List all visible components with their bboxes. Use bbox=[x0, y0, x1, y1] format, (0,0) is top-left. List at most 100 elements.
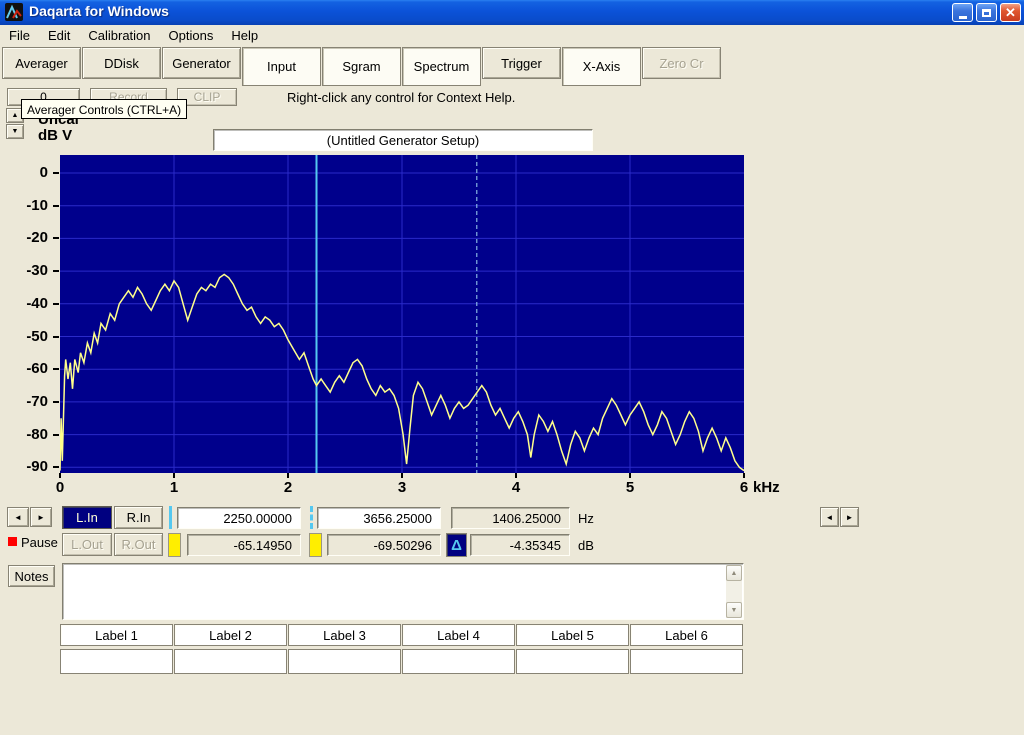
pause-button[interactable]: Pause bbox=[21, 535, 58, 550]
context-help-text: Right-click any control for Context Help… bbox=[287, 90, 516, 105]
solid-cursor-frequency-field[interactable]: 2250.00000 bbox=[177, 507, 301, 529]
y-axis-tick-label: -50 bbox=[26, 327, 48, 345]
x-axis-tick bbox=[401, 473, 403, 478]
dashed-cursor-frequency-field[interactable]: 3656.25000 bbox=[317, 507, 441, 529]
y-axis-tick bbox=[53, 400, 59, 403]
label-button-5[interactable]: Label 5 bbox=[516, 624, 629, 646]
pan-left-button-right[interactable]: ◄ bbox=[820, 507, 839, 527]
title-bar: Daqarta for Windows ✕ bbox=[0, 0, 1024, 25]
x-unit-label: kHz bbox=[753, 479, 780, 496]
y-axis-tick-label: -40 bbox=[26, 294, 48, 312]
dashed-cursor-level-marker bbox=[309, 533, 322, 557]
label-value-field-3[interactable] bbox=[288, 649, 401, 674]
menu-edit[interactable]: Edit bbox=[39, 26, 79, 45]
close-button[interactable]: ✕ bbox=[1000, 3, 1021, 22]
y-axis-tick bbox=[53, 302, 59, 305]
delta-mode-button[interactable]: Δ bbox=[446, 533, 467, 557]
scale-down-button[interactable]: ▼ bbox=[6, 124, 24, 139]
label-value-field-5[interactable] bbox=[516, 649, 629, 674]
x-axis-tick-label: 4 bbox=[511, 479, 521, 496]
y-axis-tick-label: -90 bbox=[26, 458, 48, 476]
y-axis-tick-label: -80 bbox=[26, 425, 48, 443]
toolbar-button-ddisk[interactable]: DDisk bbox=[82, 47, 161, 79]
toolbar-button-generator[interactable]: Generator bbox=[162, 47, 241, 79]
x-axis-tick bbox=[59, 473, 61, 478]
label-value-field-4[interactable] bbox=[402, 649, 515, 674]
x-axis-tick-label: 2 bbox=[283, 479, 293, 496]
y-axis-tick bbox=[53, 368, 59, 371]
y-axis-tick bbox=[53, 204, 59, 207]
label-value-field-2[interactable] bbox=[174, 649, 287, 674]
right-output-channel-button: R.Out bbox=[114, 533, 163, 556]
window-title: Daqarta for Windows bbox=[29, 3, 169, 19]
y-unit-label: dB V bbox=[38, 127, 73, 144]
toolbar-button-sgram[interactable]: Sgram bbox=[322, 47, 401, 86]
y-axis-tick-label: -60 bbox=[26, 360, 48, 378]
dashed-cursor-indicator bbox=[310, 506, 313, 529]
solid-cursor-indicator bbox=[169, 506, 172, 529]
app-logo-icon bbox=[5, 3, 23, 21]
x-axis-tick-label: 0 bbox=[55, 479, 65, 496]
y-axis-tick-label: 0 bbox=[39, 164, 48, 181]
menu-bar: File Edit Calibration Options Help bbox=[0, 25, 1024, 45]
menu-options[interactable]: Options bbox=[160, 26, 223, 45]
solid-cursor-level-field: -65.14950 bbox=[187, 534, 301, 556]
y-axis-tick-label: -10 bbox=[26, 196, 48, 214]
minimize-button[interactable] bbox=[952, 3, 973, 22]
toolbar-button-spectrum[interactable]: Spectrum bbox=[402, 47, 481, 86]
notes-button[interactable]: Notes bbox=[8, 565, 55, 587]
label-button-3[interactable]: Label 3 bbox=[288, 624, 401, 646]
y-axis-tick bbox=[53, 172, 59, 174]
toolbar-button-zero-cr: Zero Cr bbox=[642, 47, 721, 79]
left-output-channel-button: L.Out bbox=[62, 533, 112, 556]
y-axis-tick bbox=[53, 466, 59, 469]
scroll-down-icon[interactable]: ▼ bbox=[726, 602, 742, 618]
generator-setup-field[interactable]: (Untitled Generator Setup) bbox=[213, 129, 593, 151]
label-button-6[interactable]: Label 6 bbox=[630, 624, 743, 646]
menu-calibration[interactable]: Calibration bbox=[79, 26, 159, 45]
pan-right-button-right[interactable]: ► bbox=[840, 507, 859, 527]
spectrum-plot[interactable] bbox=[59, 155, 745, 473]
label-button-4[interactable]: Label 4 bbox=[402, 624, 515, 646]
y-axis-tick-label: -20 bbox=[26, 229, 48, 247]
toolbar-button-averager[interactable]: Averager bbox=[2, 47, 81, 79]
x-axis-tick bbox=[173, 473, 175, 478]
y-axis-tick-label: -30 bbox=[26, 262, 48, 280]
y-axis-tick-label: -70 bbox=[26, 392, 48, 410]
toolbar-button-x-axis[interactable]: X-Axis bbox=[562, 47, 641, 86]
app-window: Daqarta for Windows ✕ File Edit Calibratio… bbox=[0, 0, 1024, 735]
delta-level-field: -4.35345 bbox=[470, 534, 570, 556]
hz-unit-label: Hz bbox=[578, 511, 594, 526]
x-axis-tick bbox=[515, 473, 517, 478]
dashed-cursor-level-field: -69.50296 bbox=[327, 534, 441, 556]
menu-help[interactable]: Help bbox=[222, 26, 267, 45]
left-input-channel-button[interactable]: L.In bbox=[62, 506, 112, 529]
x-axis-tick-label: 1 bbox=[169, 479, 179, 496]
pause-led bbox=[8, 537, 17, 546]
label-value-field-6[interactable] bbox=[630, 649, 743, 674]
pan-left-button[interactable]: ◄ bbox=[7, 507, 29, 527]
x-axis-tick bbox=[287, 473, 289, 478]
y-axis-tick bbox=[53, 237, 59, 240]
notes-scrollbar[interactable]: ▲ ▼ bbox=[726, 565, 742, 618]
delta-frequency-field: 1406.25000 bbox=[451, 507, 570, 529]
y-axis-tick bbox=[53, 335, 59, 338]
label-button-1[interactable]: Label 1 bbox=[60, 624, 173, 646]
solid-cursor-level-marker bbox=[168, 533, 181, 557]
x-axis-tick-label: 5 bbox=[625, 479, 635, 496]
toolbar-button-trigger[interactable]: Trigger bbox=[482, 47, 561, 79]
notes-textarea[interactable] bbox=[62, 563, 744, 620]
maximize-button[interactable] bbox=[976, 3, 997, 22]
label-button-2[interactable]: Label 2 bbox=[174, 624, 287, 646]
x-axis-tick bbox=[743, 473, 745, 478]
db-unit-label: dB bbox=[578, 538, 594, 553]
menu-file[interactable]: File bbox=[0, 26, 39, 45]
toolbar-button-input[interactable]: Input bbox=[242, 47, 321, 86]
pan-right-button[interactable]: ► bbox=[30, 507, 52, 527]
tooltip: Averager Controls (CTRL+A) bbox=[21, 99, 188, 119]
scroll-up-icon[interactable]: ▲ bbox=[726, 565, 742, 581]
x-axis-tick bbox=[629, 473, 631, 478]
right-input-channel-button[interactable]: R.In bbox=[114, 506, 163, 529]
label-value-field-1[interactable] bbox=[60, 649, 173, 674]
y-axis-tick bbox=[53, 270, 59, 273]
